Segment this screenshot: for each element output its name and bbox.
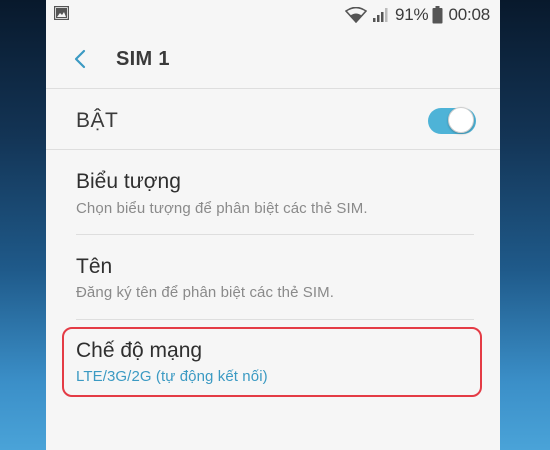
battery-percent: 91% [395,5,429,24]
clock: 00:08 [448,5,490,24]
list-item-subtitle: Chọn biểu tượng để phân biệt các thẻ SIM… [76,200,368,217]
wifi-icon [345,7,368,23]
app-bar: SIM 1 [46,30,500,89]
page-title: SIM 1 [116,48,170,70]
status-bar: 91% 00:08 [46,0,500,30]
status-icons: 91% 00:08 [345,4,490,26]
sim-enable-toggle[interactable] [428,107,476,134]
sim-enable-row[interactable]: BẬT [46,89,500,150]
signal-icon [373,8,388,22]
list-item-title: Biểu tượng [76,170,181,193]
image-icon [54,6,69,20]
battery-icon [432,6,443,24]
toggle-knob [448,107,474,133]
highlight-box [62,327,482,397]
list-item-sim-name[interactable]: Tên Đăng ký tên để phân biệt các thẻ SIM… [46,235,500,319]
settings-screen: 91% 00:08 SIM 1 BẬT Biểu tượng Chọn biểu… [46,0,500,450]
list-item-title: Tên [76,255,113,278]
sim-enable-label: BẬT [76,109,119,132]
list-item-subtitle: Đăng ký tên để phân biệt các thẻ SIM. [76,284,335,301]
chevron-left-icon[interactable] [68,46,94,72]
list-item-sim-icon[interactable]: Biểu tượng Chọn biểu tượng để phân biệt … [46,150,500,234]
